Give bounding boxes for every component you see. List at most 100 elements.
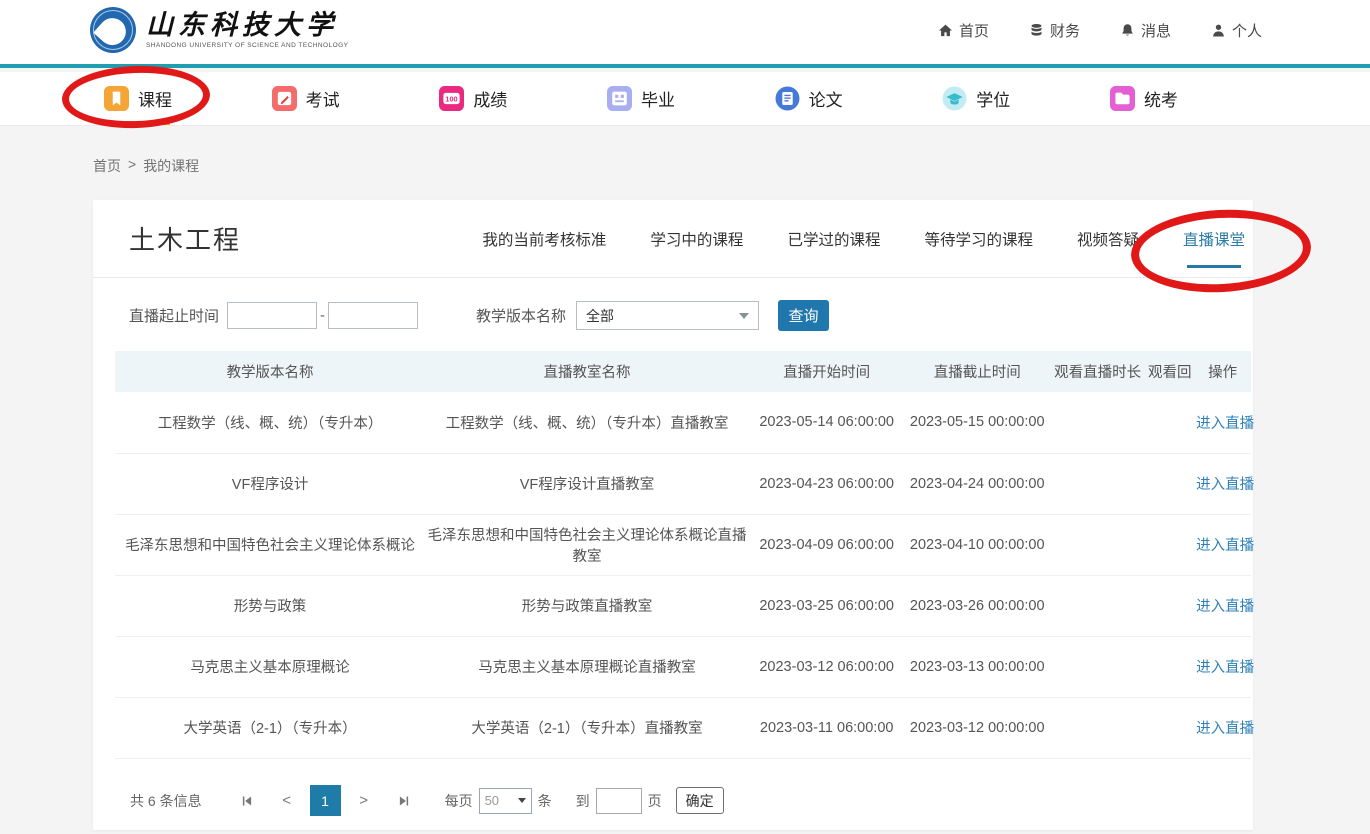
time-to-input[interactable] [328, 302, 418, 329]
enter-live-link[interactable]: 进入直播 [1196, 538, 1254, 554]
search-button[interactable]: 查询 [778, 300, 829, 331]
cell-version: 形势与政策 [115, 575, 425, 636]
version-select-value: 全部 [586, 306, 614, 326]
last-page-button[interactable] [389, 786, 419, 816]
table-row: 工程数学（线、概、统）（专升本）工程数学（线、概、统）（专升本）直播教室2023… [115, 392, 1251, 453]
breadcrumb-separator: > [128, 156, 136, 176]
first-page-button[interactable] [232, 786, 262, 816]
cell-end: 2023-03-13 00:00:00 [905, 636, 1050, 697]
cell-end: 2023-05-15 00:00:00 [905, 392, 1050, 453]
top-nav-home-label: 首页 [959, 20, 989, 41]
pagination: 共 6 条信息 < 1 > 每页 50 条 到 页 确定 [130, 785, 724, 816]
unified-exam-icon [1110, 86, 1135, 111]
goto-prefix: 到 [576, 791, 590, 811]
course-tab[interactable]: 已学过的课程 [787, 200, 880, 277]
main-nav-grades-label: 成绩 [473, 86, 507, 111]
filter-row: 直播起止时间 - 教学版本名称 全部 查询 [93, 278, 1253, 351]
current-page[interactable]: 1 [310, 785, 341, 816]
course-tab[interactable]: 视频答疑 [1077, 200, 1139, 277]
cell-watch_replay [1145, 575, 1194, 636]
goto-page-input[interactable] [596, 788, 642, 814]
main-nav-exams[interactable]: 考试 [272, 72, 340, 125]
card-header: 土木工程 我的当前考核标准学习中的课程已学过的课程等待学习的课程视频答疑直播课堂 [93, 200, 1253, 278]
cell-watch_duration [1050, 453, 1145, 514]
breadcrumb: 首页 > 我的课程 [93, 156, 199, 176]
university-emblem-icon [90, 7, 136, 53]
column-header: 教学版本名称 [115, 351, 425, 392]
cell-room: 大学英语（2-1）（专升本）直播教室 [425, 697, 749, 758]
column-header: 直播教室名称 [425, 351, 749, 392]
cell-watch_duration [1050, 514, 1145, 575]
top-nav-home[interactable]: 首页 [938, 20, 989, 41]
cell-version: 工程数学（线、概、统）（专升本） [115, 392, 425, 453]
main-nav-graduation-label: 毕业 [641, 86, 675, 111]
cell-version: 毛泽东思想和中国特色社会主义理论体系概论 [115, 514, 425, 575]
column-header: 直播截止时间 [905, 351, 1050, 392]
university-name-cn: 山东科技大学 [146, 12, 348, 39]
top-nav: 首页 财务 消息 个人 [938, 20, 1262, 41]
enter-live-link[interactable]: 进入直播 [1196, 721, 1254, 737]
live-table: 教学版本名称直播教室名称直播开始时间直播截止时间观看直播时长观看回操作 工程数学… [115, 351, 1251, 759]
main-nav-thesis-label: 论文 [809, 86, 843, 111]
enter-live-link[interactable]: 进入直播 [1196, 416, 1254, 432]
thesis-icon [775, 86, 800, 111]
cell-start: 2023-03-11 06:00:00 [749, 697, 905, 758]
cell-watch_replay [1145, 392, 1194, 453]
main-nav-thesis[interactable]: 论文 [775, 72, 843, 125]
main-nav-grades[interactable]: 100 成绩 [439, 72, 507, 125]
cell-watch_replay [1145, 514, 1194, 575]
enter-live-link[interactable]: 进入直播 [1196, 660, 1254, 676]
cell-watch_duration [1050, 392, 1145, 453]
cell-watch_replay [1145, 636, 1194, 697]
main-nav-courses[interactable]: 课程 [104, 72, 172, 125]
main-nav-exams-label: 考试 [306, 86, 340, 111]
breadcrumb-current: 我的课程 [143, 156, 199, 176]
cell-start: 2023-04-23 06:00:00 [749, 453, 905, 514]
per-page-value: 50 [485, 793, 499, 808]
per-page-prefix: 每页 [445, 791, 473, 811]
top-nav-finance[interactable]: 财务 [1029, 20, 1080, 41]
cell-end: 2023-03-12 00:00:00 [905, 697, 1050, 758]
finance-icon [1029, 23, 1044, 38]
main-nav-graduation[interactable]: 毕业 [607, 72, 675, 125]
live-table-head: 教学版本名称直播教室名称直播开始时间直播截止时间观看直播时长观看回操作 [115, 351, 1251, 392]
time-range-label: 直播起止时间 [129, 305, 219, 326]
cell-room: VF程序设计直播教室 [425, 453, 749, 514]
cell-start: 2023-03-12 06:00:00 [749, 636, 905, 697]
time-from-input[interactable] [227, 302, 317, 329]
person-icon [1211, 23, 1226, 38]
grades-icon: 100 [439, 86, 464, 111]
cell-end: 2023-04-24 00:00:00 [905, 453, 1050, 514]
per-page-select[interactable]: 50 [479, 788, 532, 814]
cell-start: 2023-05-14 06:00:00 [749, 392, 905, 453]
cell-watch_duration [1050, 697, 1145, 758]
course-tab[interactable]: 学习中的课程 [650, 200, 743, 277]
table-row: 马克思主义基本原理概论马克思主义基本原理概论直播教室2023-03-12 06:… [115, 636, 1251, 697]
top-nav-messages[interactable]: 消息 [1120, 20, 1171, 41]
breadcrumb-home[interactable]: 首页 [93, 156, 121, 176]
university-logo: 山东科技大学 SHANDONG UNIVERSITY OF SCIENCE AN… [90, 7, 348, 53]
top-nav-profile-label: 个人 [1232, 20, 1262, 41]
per-page-suffix: 条 [538, 791, 552, 811]
enter-live-link[interactable]: 进入直播 [1196, 599, 1254, 615]
degree-icon [942, 86, 967, 111]
main-nav-degree-label: 学位 [976, 86, 1010, 111]
cell-version: 大学英语（2-1）（专升本） [115, 697, 425, 758]
cell-room: 毛泽东思想和中国特色社会主义理论体系概论直播教室 [425, 514, 749, 575]
table-row: 大学英语（2-1）（专升本）大学英语（2-1）（专升本）直播教室2023-03-… [115, 697, 1251, 758]
version-select[interactable]: 全部 [576, 301, 759, 330]
cell-action: 进入直播 [1194, 575, 1251, 636]
main-nav-unified-exam[interactable]: 统考 [1110, 72, 1178, 125]
top-nav-profile[interactable]: 个人 [1211, 20, 1262, 41]
prev-page-button[interactable]: < [272, 786, 302, 816]
enter-live-link[interactable]: 进入直播 [1196, 477, 1254, 493]
course-tab[interactable]: 直播课堂 [1183, 200, 1245, 277]
cell-end: 2023-04-10 00:00:00 [905, 514, 1050, 575]
course-tab[interactable]: 我的当前考核标准 [482, 200, 606, 277]
next-page-button[interactable]: > [349, 786, 379, 816]
confirm-button[interactable]: 确定 [676, 787, 724, 814]
column-header: 观看直播时长 [1050, 351, 1145, 392]
course-tab[interactable]: 等待学习的课程 [924, 200, 1033, 277]
chevron-down-icon [739, 313, 749, 319]
main-nav-degree[interactable]: 学位 [942, 72, 1010, 125]
